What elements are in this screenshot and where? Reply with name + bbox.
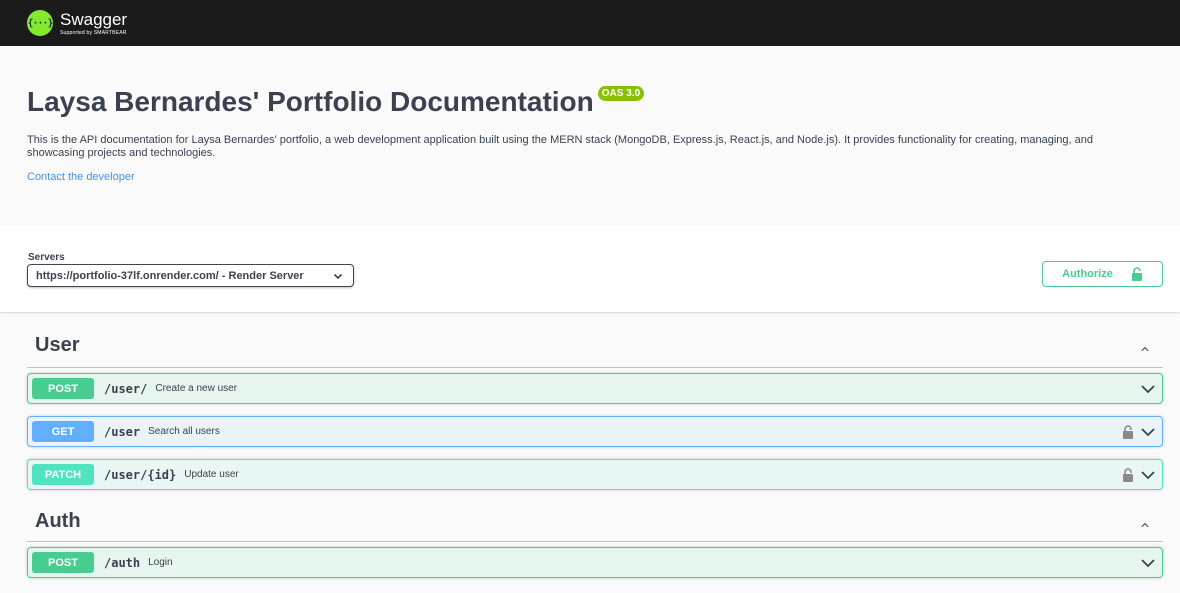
api-description: This is the API documentation for Laysa … [27,134,1093,159]
tag-header-user[interactable]: User [27,312,1163,368]
operation-summary: Search all users [148,426,220,437]
operation-controls [1140,374,1156,403]
logo-text: Swagger Supported by SMARTBEAR [60,11,127,36]
operation-path: /user/ [104,381,148,396]
operation-summary: Update user [184,469,239,480]
server-select[interactable]: https://portfolio-37lf.onrender.com/ - R… [27,264,354,287]
operation-get-user[interactable]: GET /user Search all users [27,416,1163,447]
chevron-down-icon [333,273,343,279]
server-select-value: https://portfolio-37lf.onrender.com/ - R… [36,269,304,282]
authorize-label: Authorize [1062,268,1113,280]
api-info: Laysa Bernardes' Portfolio Documentation… [0,46,1180,225]
contact-developer-link[interactable]: Contact the developer [27,171,135,183]
tag-header-auth[interactable]: Auth [27,490,1163,542]
chevron-down-icon[interactable] [1140,424,1156,440]
version-badge: OAS 3.0 [597,86,645,101]
method-badge: GET [32,421,94,442]
method-badge: POST [32,552,94,573]
tag-name: Auth [35,510,81,532]
method-badge: POST [32,378,94,399]
operation-path: /auth [104,555,141,570]
operation-post-auth[interactable]: POST /auth Login [27,547,1163,578]
tag-name: User [35,334,80,356]
operation-summary: Create a new user [155,383,238,394]
operations: User POST /user/ Create a new user GET /… [0,312,1180,578]
page-title: Laysa Bernardes' Portfolio Documentation [27,86,594,117]
chevron-down-icon[interactable] [1140,555,1156,571]
chevron-up-icon [1141,346,1149,351]
title-row: Laysa Bernardes' Portfolio Documentation… [27,86,1153,118]
operation-controls [1122,460,1156,489]
operation-path: /user/{id} [104,467,177,482]
unlock-icon[interactable] [1122,467,1134,482]
servers-section: Servers https://portfolio-37lf.onrender.… [0,225,1180,312]
servers-label: Servers [28,252,65,263]
unlock-icon[interactable] [1122,424,1134,439]
operation-controls [1122,417,1156,446]
chevron-down-icon[interactable] [1140,381,1156,397]
swagger-logo[interactable]: {···} Swagger Supported by SMARTBEAR [27,10,127,36]
operation-patch-user-id[interactable]: PATCH /user/{id} Update user [27,459,1163,490]
method-badge: PATCH [32,464,94,485]
operation-summary: Login [148,557,173,568]
operation-path: /user [104,424,141,439]
chevron-up-icon [1141,522,1149,527]
logo-subtitle: Supported by SMARTBEAR [60,29,127,36]
swagger-logo-icon: {···} [27,10,54,36]
operation-controls [1140,548,1156,577]
lock-icon [1131,267,1142,281]
logo-name: Swagger [60,9,128,29]
chevron-down-icon[interactable] [1140,467,1156,483]
authorize-button[interactable]: Authorize [1042,261,1163,287]
top-bar: {···} Swagger Supported by SMARTBEAR [0,0,1180,46]
operation-post-user[interactable]: POST /user/ Create a new user [27,373,1163,404]
